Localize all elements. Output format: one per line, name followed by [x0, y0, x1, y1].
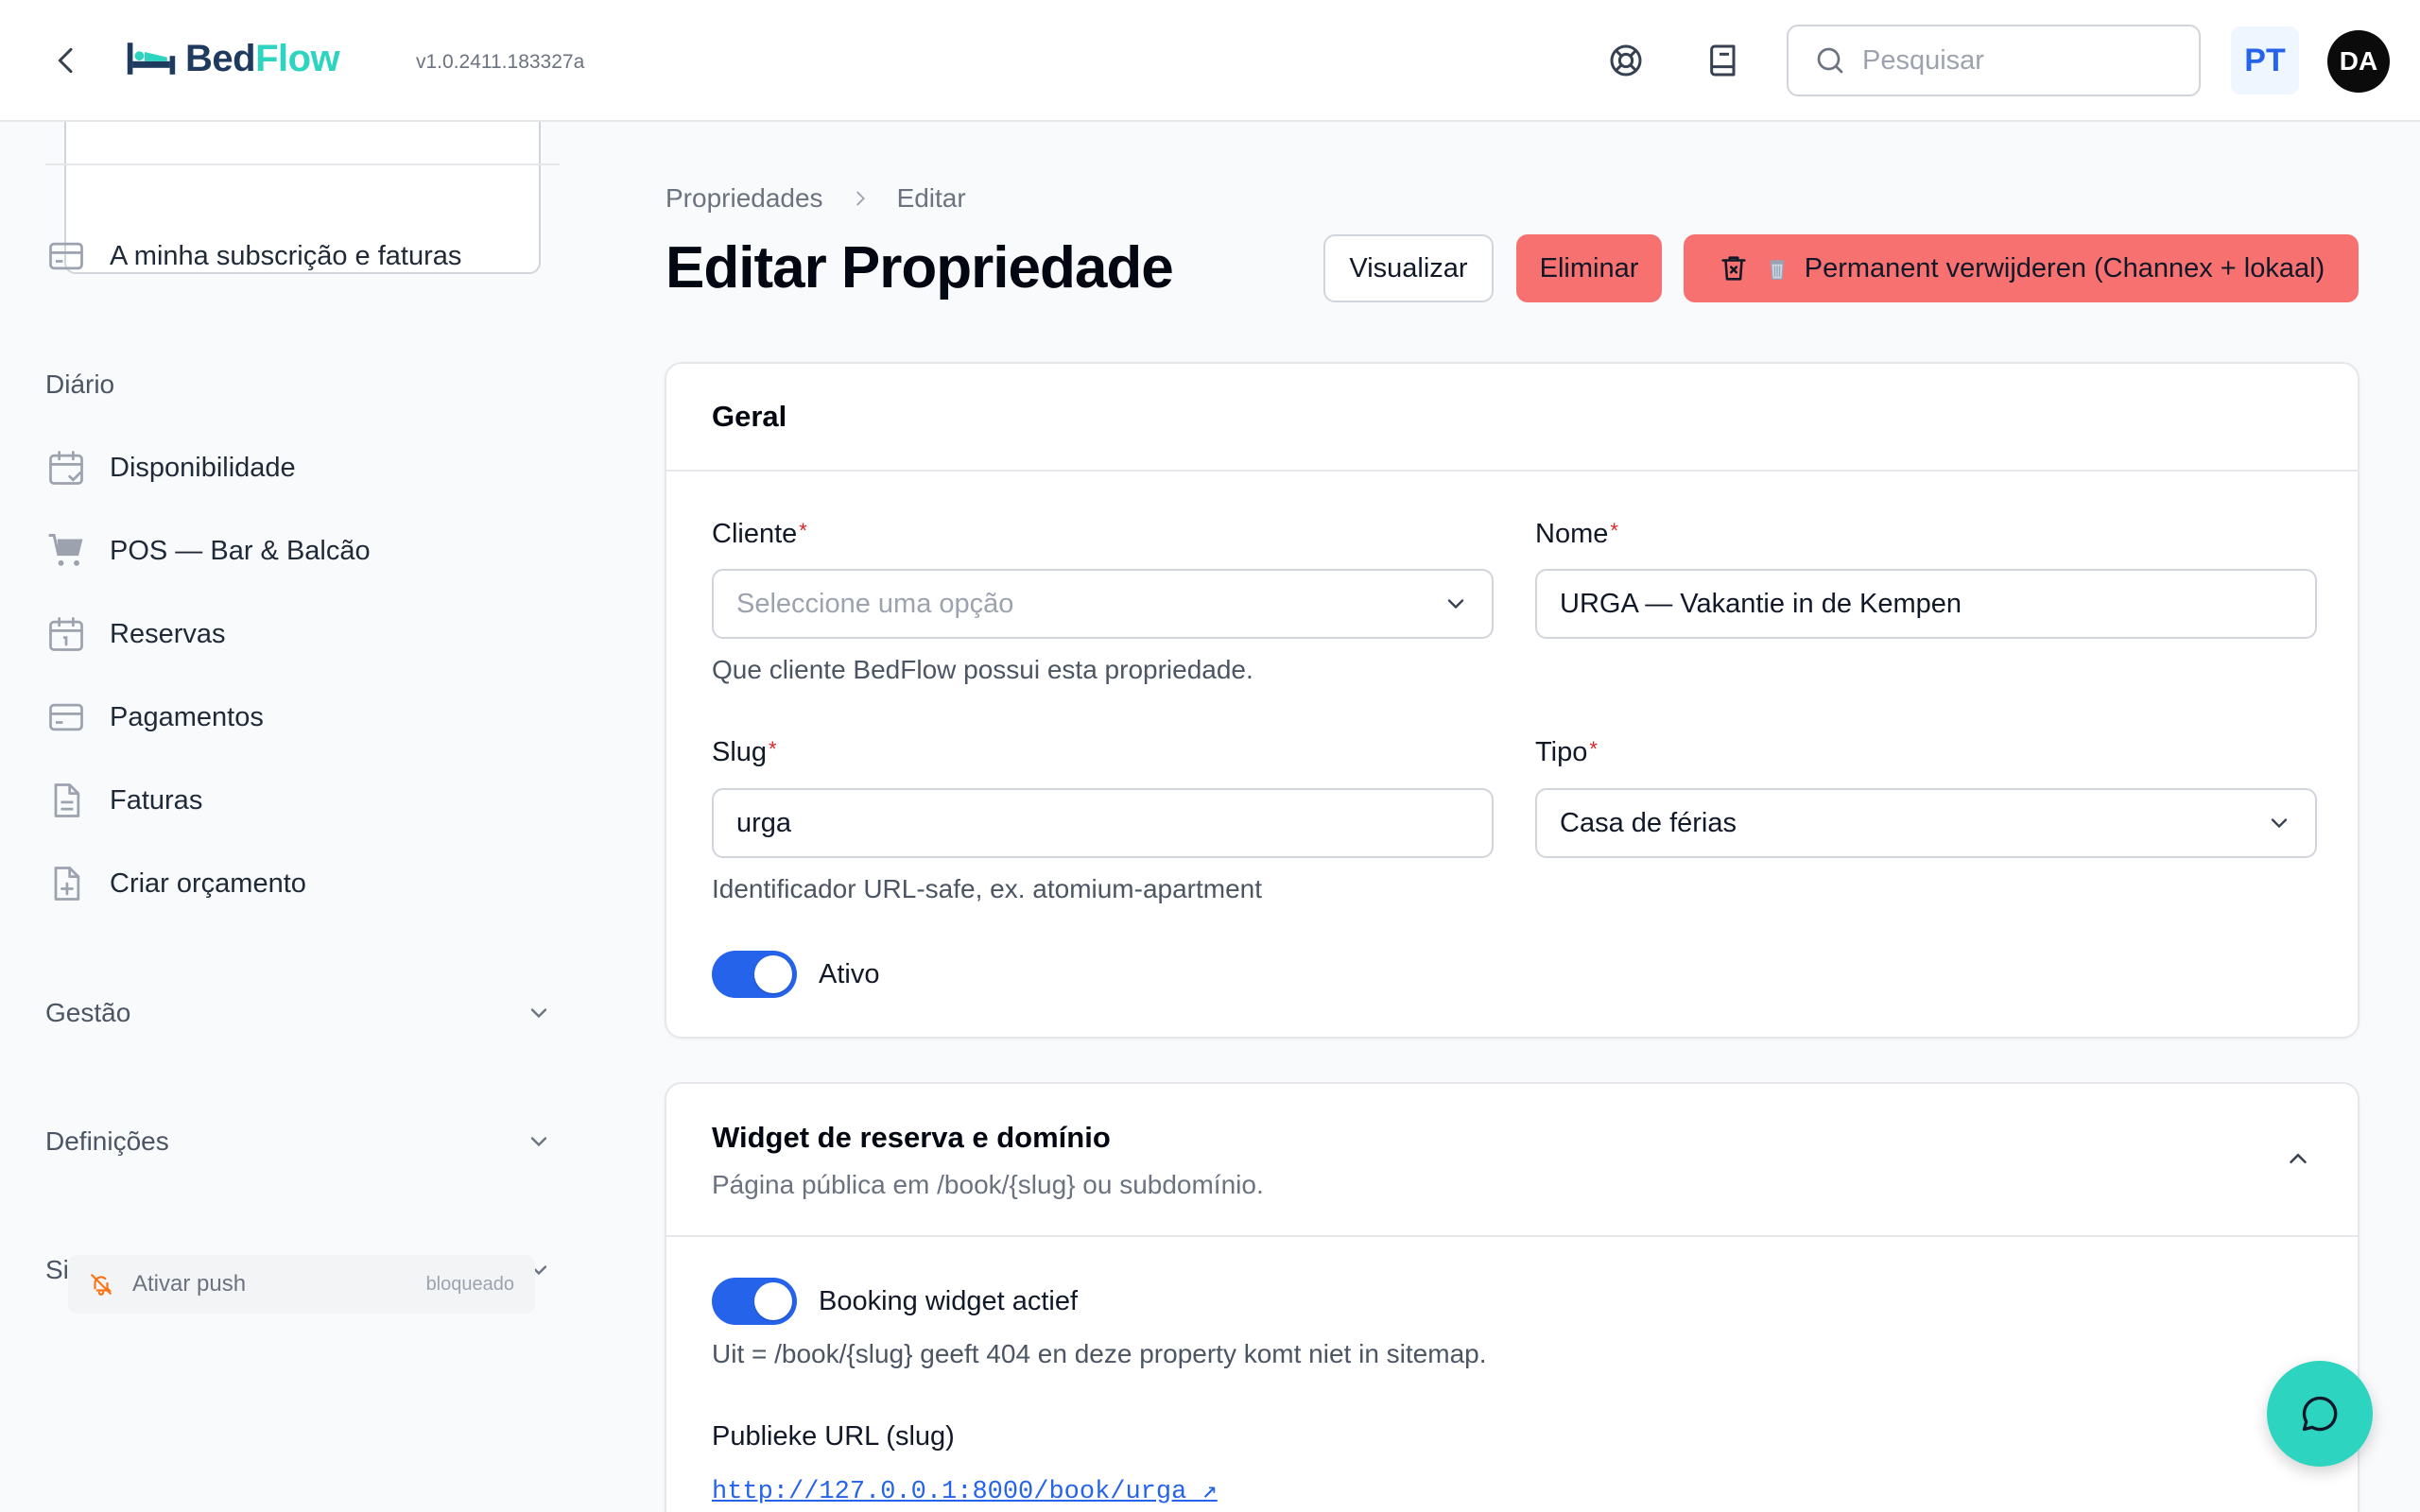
type-value: Casa de férias	[1560, 807, 1737, 838]
search-field[interactable]	[1787, 25, 2201, 96]
sidebar-group-settings[interactable]: Definições	[45, 1118, 552, 1165]
client-placeholder: Seleccione uma opção	[736, 588, 1014, 619]
type-label: Tipo*	[1535, 737, 1598, 767]
sidebar-item-label: A minha subscrição e faturas	[110, 240, 462, 271]
permanent-delete-button[interactable]: Permanent verwijderen (Channex + lokaal)	[1684, 234, 2359, 302]
sidebar-group-management[interactable]: Gestão	[45, 989, 552, 1037]
sidebar-item-subscription[interactable]: A minha subscrição e faturas	[45, 228, 461, 284]
sidebar-group-label: Gestão	[45, 998, 131, 1027]
user-avatar[interactable]: DA	[2327, 30, 2390, 93]
push-label: Ativar push	[132, 1271, 247, 1297]
breadcrumb: Propriedades Editar	[666, 183, 966, 214]
book-icon[interactable]	[1705, 42, 1743, 79]
calendar-icon	[45, 613, 87, 655]
app-logo[interactable]: BedFlow	[125, 34, 340, 83]
name-label: Nome*	[1535, 519, 1618, 549]
sidebar-item-label: POS — Bar & Balcão	[110, 535, 371, 566]
sidebar-item-label: Pagamentos	[110, 701, 264, 732]
type-select[interactable]: Casa de férias	[1535, 788, 2317, 858]
booking-widget-title: Widget de reserva e domínio	[712, 1121, 1111, 1154]
document-icon	[45, 780, 87, 821]
sidebar-divider	[45, 163, 560, 165]
search-icon	[1813, 43, 1847, 77]
lifebuoy-icon[interactable]	[1607, 42, 1645, 79]
sidebar-item-reservations[interactable]: Reservas	[45, 606, 226, 662]
general-section-header: Geral	[666, 364, 2358, 472]
booking-widget-toggle[interactable]	[712, 1278, 797, 1325]
logo-text-flow: Flow	[255, 37, 340, 79]
client-help-text: Que cliente BedFlow possui esta propried…	[712, 655, 1253, 684]
booking-widget-toggle-label: Booking widget actief	[819, 1286, 1079, 1316]
document-plus-icon	[45, 863, 87, 904]
trash-x-icon	[1718, 252, 1750, 284]
booking-widget-help-text: Uit = /book/{slug} geeft 404 en deze pro…	[712, 1339, 1487, 1368]
top-bar: BedFlow v1.0.2411.183327a PT DA	[0, 0, 2420, 122]
bed-icon	[125, 40, 178, 77]
sidebar-group-label: Definições	[45, 1126, 169, 1156]
chat-button[interactable]	[2267, 1361, 2373, 1467]
back-arrow-icon[interactable]	[47, 42, 85, 79]
language-switcher[interactable]: PT	[2231, 26, 2299, 94]
sidebar-item-label: Disponibilidade	[110, 452, 296, 483]
search-input[interactable]	[1862, 44, 2174, 77]
view-button[interactable]: Visualizar	[1323, 234, 1494, 302]
chevron-right-icon	[850, 188, 871, 209]
active-toggle[interactable]	[712, 951, 797, 998]
general-section-title: Geral	[712, 400, 787, 433]
slug-field[interactable]	[712, 788, 1494, 858]
breadcrumb-parent[interactable]: Propriedades	[666, 183, 823, 214]
chevron-down-icon	[2266, 810, 2292, 836]
sidebar-item-pos[interactable]: POS — Bar & Balcão	[45, 523, 371, 579]
enable-push-button[interactable]: Ativar push bloqueado	[68, 1255, 535, 1314]
permanent-delete-label: Permanent verwijderen (Channex + lokaal)	[1804, 252, 2325, 284]
calendar-check-icon	[45, 447, 87, 489]
booking-widget-description: Página pública em /book/{slug} ou subdom…	[712, 1170, 1264, 1199]
bell-off-icon	[89, 1272, 113, 1297]
logo-text-bed: Bed	[185, 37, 256, 79]
delete-button[interactable]: Eliminar	[1516, 234, 1662, 302]
sidebar-item-availability[interactable]: Disponibilidade	[45, 439, 296, 496]
name-field[interactable]	[1535, 569, 2317, 639]
sidebar-item-invoices[interactable]: Faturas	[45, 772, 202, 829]
public-url-link[interactable]: http://127.0.0.1:8000/book/urga ↗	[712, 1475, 1218, 1506]
chat-bubble-icon	[2299, 1393, 2341, 1435]
client-select[interactable]: Seleccione uma opção	[712, 569, 1494, 639]
credit-card-icon	[45, 235, 87, 277]
chevron-down-icon	[526, 1000, 552, 1026]
client-label: Cliente*	[712, 519, 807, 549]
slug-help-text: Identificador URL-safe, ex. atomium-apar…	[712, 874, 1263, 903]
chevron-up-icon[interactable]	[2284, 1144, 2312, 1173]
slug-label: Slug*	[712, 737, 777, 767]
sidebar-item-payments[interactable]: Pagamentos	[45, 689, 264, 746]
general-section: Geral Cliente* Seleccione uma opção Que …	[665, 362, 2360, 1039]
app-version: v1.0.2411.183327a	[416, 51, 585, 73]
breadcrumb-current: Editar	[896, 183, 966, 213]
active-label: Ativo	[819, 959, 880, 989]
chevron-down-icon	[526, 1128, 552, 1155]
sidebar-group-daily: Diário	[45, 369, 115, 399]
credit-card-icon	[45, 696, 87, 738]
booking-widget-section: Widget de reserva e domínio Página públi…	[665, 1082, 2360, 1512]
sidebar-item-label: Reservas	[110, 618, 226, 649]
chevron-down-icon	[1443, 591, 1469, 617]
sidebar-item-label: Criar orçamento	[110, 868, 306, 899]
name-input[interactable]	[1560, 588, 2292, 620]
booking-widget-header[interactable]: Widget de reserva e domínio Página públi…	[666, 1084, 2358, 1237]
push-state: bloqueado	[425, 1273, 514, 1295]
page-title: Editar Propriedade	[666, 235, 1174, 301]
sidebar-item-label: Faturas	[110, 784, 203, 816]
slug-input[interactable]	[736, 807, 1469, 839]
shopping-cart-icon	[45, 530, 87, 572]
sidebar-item-create-quote[interactable]: Criar orçamento	[45, 855, 306, 912]
public-url-label: Publieke URL (slug)	[712, 1421, 955, 1452]
wastebasket-icon	[1763, 254, 1791, 283]
